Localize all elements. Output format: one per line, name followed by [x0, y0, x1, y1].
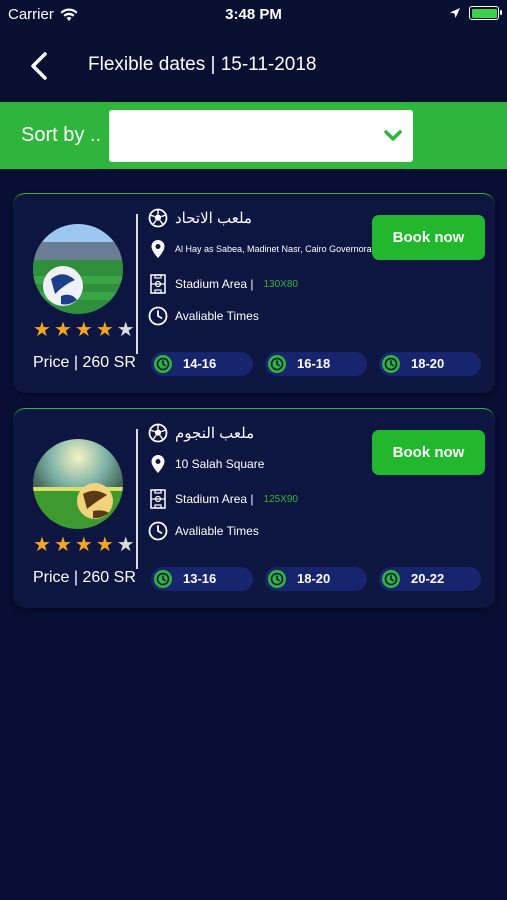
book-now-button[interactable]: Book now — [372, 215, 485, 260]
time-slot[interactable]: 20-22 — [379, 567, 481, 591]
star-icon: ★ — [95, 534, 114, 556]
address-row: 10 Salah Square — [148, 454, 264, 474]
stadium-address: Al Hay as Sabea, Madinet Nasr, Cairo Gov… — [175, 244, 375, 254]
clock-icon — [154, 570, 172, 588]
clock-icon — [148, 306, 168, 326]
back-chevron-icon[interactable] — [22, 48, 58, 84]
clock-icon — [268, 570, 286, 588]
page-title: Flexible dates | 15-11-2018 — [88, 54, 317, 75]
time-slot[interactable]: 13-16 — [151, 567, 253, 591]
field-icon — [150, 489, 166, 509]
book-now-button[interactable]: Book now — [372, 430, 485, 475]
location-arrow-icon — [450, 8, 460, 18]
chevron-down-icon — [384, 130, 402, 141]
sort-bar: Sort by .. — [0, 102, 507, 169]
star-icon: ★ — [33, 319, 51, 341]
time-slots: 14-16 16-18 18-20 — [151, 352, 481, 376]
times-row: Avaliable Times — [148, 306, 259, 326]
divider — [136, 429, 138, 569]
stadium-name-row: ملعب الاتحاد — [148, 208, 252, 228]
star-icon: ★ — [95, 319, 114, 341]
times-row: Avaliable Times — [148, 521, 259, 541]
sort-dropdown[interactable] — [109, 110, 413, 162]
status-bar: Carrier 3:48 PM — [0, 0, 507, 28]
stadium-address: 10 Salah Square — [175, 457, 265, 471]
price-label: Price | 260 SR — [33, 354, 136, 371]
status-time: 3:48 PM — [225, 6, 282, 23]
times-label: Avaliable Times — [175, 524, 259, 538]
field-icon — [150, 274, 166, 294]
time-slot-label: 18-20 — [411, 356, 445, 371]
time-slot[interactable]: 16-18 — [265, 352, 367, 376]
area-row: Stadium Area | 130X80 — [148, 274, 298, 294]
stadium-image — [33, 439, 123, 529]
star-icon: ★ — [33, 534, 51, 556]
status-right — [449, 6, 502, 20]
battery-icon — [469, 6, 502, 20]
area-value: 125X90 — [263, 493, 298, 505]
location-pin-icon — [151, 240, 165, 258]
location-pin-icon — [151, 455, 165, 473]
star-icon: ★ — [53, 534, 72, 556]
stadium-card[interactable]: ★ ★ ★ ★ ★ Price | 260 SR ملعب النجوم 10 … — [13, 408, 495, 608]
stadium-name-row: ملعب النجوم — [148, 423, 254, 443]
address-row: Al Hay as Sabea, Madinet Nasr, Cairo Gov… — [148, 239, 374, 259]
rating-stars: ★ ★ ★ ★ ★ — [33, 320, 135, 340]
area-value: 130X80 — [263, 278, 298, 290]
clock-icon — [154, 355, 172, 373]
stadium-name: ملعب النجوم — [175, 425, 255, 442]
clock-icon — [382, 355, 400, 373]
times-label: Avaliable Times — [175, 309, 259, 323]
star-icon: ★ — [74, 319, 93, 341]
stadium-card[interactable]: ★ ★ ★ ★ ★ Price | 260 SR ملعب الاتحاد Al… — [13, 193, 495, 393]
nav-bar: Flexible dates | 15-11-2018 — [0, 28, 507, 102]
star-icon: ★ — [116, 319, 135, 341]
clock-icon — [148, 521, 168, 541]
time-slot-label: 18-20 — [297, 571, 331, 586]
time-slot-label: 13-16 — [183, 571, 217, 586]
time-slot[interactable]: 14-16 — [151, 352, 253, 376]
time-slot-label: 14-16 — [183, 356, 217, 371]
star-icon: ★ — [74, 534, 93, 556]
star-icon: ★ — [116, 534, 135, 556]
rating-stars: ★ ★ ★ ★ ★ — [33, 535, 135, 555]
time-slot[interactable]: 18-20 — [265, 567, 367, 591]
time-slots: 13-16 18-20 20-22 — [151, 567, 481, 591]
area-label: Stadium Area | — [175, 492, 254, 506]
star-icon: ★ — [53, 319, 72, 341]
divider — [136, 214, 138, 354]
clock-icon — [382, 570, 400, 588]
time-slot[interactable]: 18-20 — [379, 352, 481, 376]
stadium-image — [33, 224, 123, 314]
price-label: Price | 260 SR — [33, 569, 136, 586]
area-row: Stadium Area | 125X90 — [148, 489, 298, 509]
soccer-ball-icon — [148, 208, 168, 228]
sort-label: Sort by .. — [21, 124, 102, 146]
time-slot-label: 16-18 — [297, 356, 331, 371]
soccer-ball-icon — [148, 423, 168, 443]
clock-icon — [268, 355, 286, 373]
time-slot-label: 20-22 — [411, 571, 445, 586]
stadium-name: ملعب الاتحاد — [175, 210, 252, 227]
area-label: Stadium Area | — [175, 277, 254, 291]
